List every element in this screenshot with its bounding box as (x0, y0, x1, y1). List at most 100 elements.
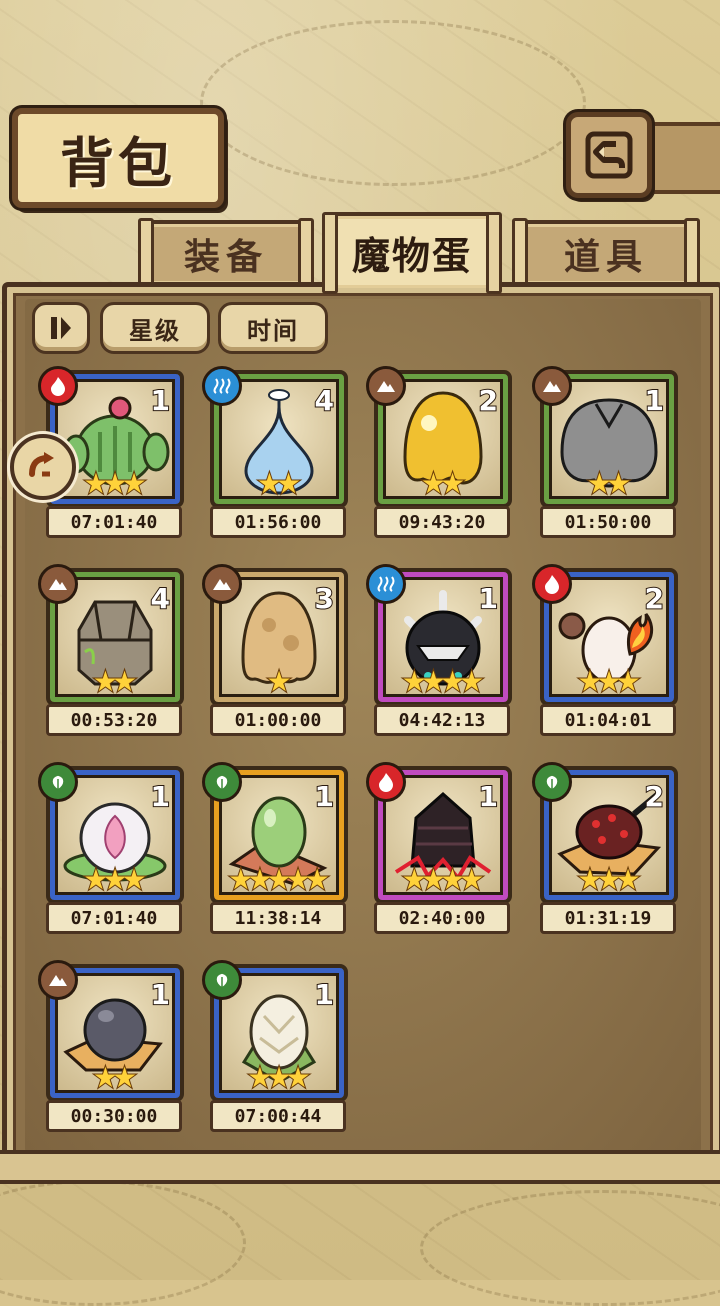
egg-count: 1 (149, 383, 171, 418)
hatch-timer: 11:38:14 (210, 902, 346, 934)
page-title-plate: 背包 (12, 108, 224, 208)
hatch-timer-text: 07:01:40 (70, 511, 158, 533)
hatch-timer: 01:04:01 (540, 704, 676, 736)
egg-card[interactable]: 2 ★★ 09:43:20 (366, 366, 512, 538)
tab-equipment-label: 装备 (183, 237, 268, 278)
hatch-timer-text: 09:43:20 (398, 511, 486, 533)
hatch-timer-text: 01:04:01 (564, 709, 652, 731)
rarity-stars: ★★ (586, 467, 632, 500)
hatch-timer: 01:56:00 (210, 506, 346, 538)
egg-count: 2 (643, 581, 665, 616)
egg-count: 3 (313, 581, 335, 616)
tab-monster-eggs-label: 魔物蛋 (351, 233, 472, 278)
hatch-timer: 01:31:19 (540, 902, 676, 934)
egg-count: 1 (643, 383, 665, 418)
sort-toggle-icon (51, 317, 71, 339)
hatch-timer-text: 01:50:00 (564, 511, 652, 533)
rarity-stars: ★★★ (576, 665, 641, 698)
egg-count: 2 (477, 383, 499, 418)
panel-bottom-rail (0, 1150, 720, 1184)
egg-card[interactable]: 1 ★★ 01:50:00 (532, 366, 678, 538)
fire-element-icon (366, 762, 406, 802)
rarity-stars: ★★ (420, 467, 466, 500)
hatch-timer-text: 01:31:19 (564, 907, 652, 929)
egg-count: 1 (149, 977, 171, 1012)
rarity-stars: ★★★★ (401, 863, 485, 896)
fire-element-icon (532, 564, 572, 604)
hatch-timer: 09:43:20 (374, 506, 510, 538)
nature-element-icon (38, 762, 78, 802)
rarity-stars: ★★ (92, 1061, 138, 1094)
rarity-stars: ★★★ (246, 1061, 311, 1094)
hatch-timer: 07:01:40 (46, 506, 182, 538)
rarity-stars: ★★★ (576, 863, 641, 896)
egg-card[interactable]: 4 ★★ 01:56:00 (202, 366, 348, 538)
earth-element-icon (202, 564, 242, 604)
page-title: 背包 (60, 131, 176, 195)
rarity-stars: ★★ (92, 665, 138, 698)
hatch-timer-text: 04:42:13 (398, 709, 486, 731)
hatch-timer: 00:30:00 (46, 1100, 182, 1132)
curved-arrow-icon (29, 452, 54, 477)
egg-card[interactable]: 1 ★★★ 07:00:44 (202, 960, 348, 1132)
nature-element-icon (202, 960, 242, 1000)
hatch-timer: 01:50:00 (540, 506, 676, 538)
earth-element-icon (366, 366, 406, 406)
tab-items[interactable]: 道具 (512, 218, 700, 288)
egg-card[interactable]: 3 ★ 01:00:00 (202, 564, 348, 736)
hatch-timer: 00:53:20 (46, 704, 182, 736)
side-flip-button[interactable] (10, 434, 76, 500)
egg-card[interactable]: 1 ★★★★ 04:42:13 (366, 564, 512, 736)
rarity-stars: ★★ (256, 467, 302, 500)
hatch-timer-text: 07:00:44 (234, 1105, 322, 1127)
hatch-timer: 04:42:13 (374, 704, 510, 736)
egg-card[interactable]: 1 ★★★★★ 11:38:14 (202, 762, 348, 934)
tab-equipment[interactable]: 装备 (138, 218, 314, 288)
hatch-timer-text: 02:40:00 (398, 907, 486, 929)
back-button-rail (646, 122, 720, 194)
sort-by-time-button[interactable]: 时间 (218, 302, 328, 354)
egg-card[interactable]: 1 ★★★★ 02:40:00 (366, 762, 512, 934)
egg-count: 1 (149, 779, 171, 814)
egg-card[interactable]: 2 ★★★ 01:31:19 (532, 762, 678, 934)
egg-count: 1 (477, 581, 499, 616)
egg-count: 1 (313, 779, 335, 814)
egg-card[interactable]: 1 ★★★ 07:01:40 (38, 762, 184, 934)
hatch-timer-text: 01:56:00 (234, 511, 322, 533)
rarity-stars: ★★★★ (401, 665, 485, 698)
hatch-timer-text: 00:30:00 (70, 1105, 158, 1127)
hatch-timer-text: 01:00:00 (234, 709, 322, 731)
rarity-stars: ★★★★★ (227, 863, 331, 896)
fire-element-icon (38, 366, 78, 406)
earth-element-icon (38, 960, 78, 1000)
tab-monster-eggs[interactable]: 魔物蛋 (322, 212, 502, 294)
egg-card[interactable]: 2 ★★★ 01:04:01 (532, 564, 678, 736)
back-button[interactable] (566, 112, 652, 198)
hatch-timer-text: 11:38:14 (234, 907, 322, 929)
sort-by-time-label: 时间 (247, 316, 299, 345)
hatch-timer: 07:01:40 (46, 902, 182, 934)
hatch-timer: 07:00:44 (210, 1100, 346, 1132)
hatch-timer: 01:00:00 (210, 704, 346, 736)
egg-count: 4 (313, 383, 335, 418)
egg-count: 1 (313, 977, 335, 1012)
rarity-stars: ★★★ (82, 863, 147, 896)
back-arrow-icon (585, 131, 633, 179)
sort-by-stars-label: 星级 (129, 316, 181, 345)
water-element-icon (366, 564, 406, 604)
earth-element-icon (532, 366, 572, 406)
nature-element-icon (532, 762, 572, 802)
sort-by-stars-button[interactable]: 星级 (100, 302, 210, 354)
egg-card[interactable]: 1 ★★ 00:30:00 (38, 960, 184, 1132)
egg-card[interactable]: 4 ★★ 00:53:20 (38, 564, 184, 736)
egg-count: 1 (477, 779, 499, 814)
tab-items-label: 道具 (563, 237, 648, 278)
hatch-timer-text: 00:53:20 (70, 709, 158, 731)
rarity-stars: ★ (265, 665, 292, 698)
egg-count: 2 (643, 779, 665, 814)
nature-element-icon (202, 762, 242, 802)
water-element-icon (202, 366, 242, 406)
hatch-timer: 02:40:00 (374, 902, 510, 934)
egg-count: 4 (149, 581, 171, 616)
sort-order-toggle[interactable] (32, 302, 90, 354)
